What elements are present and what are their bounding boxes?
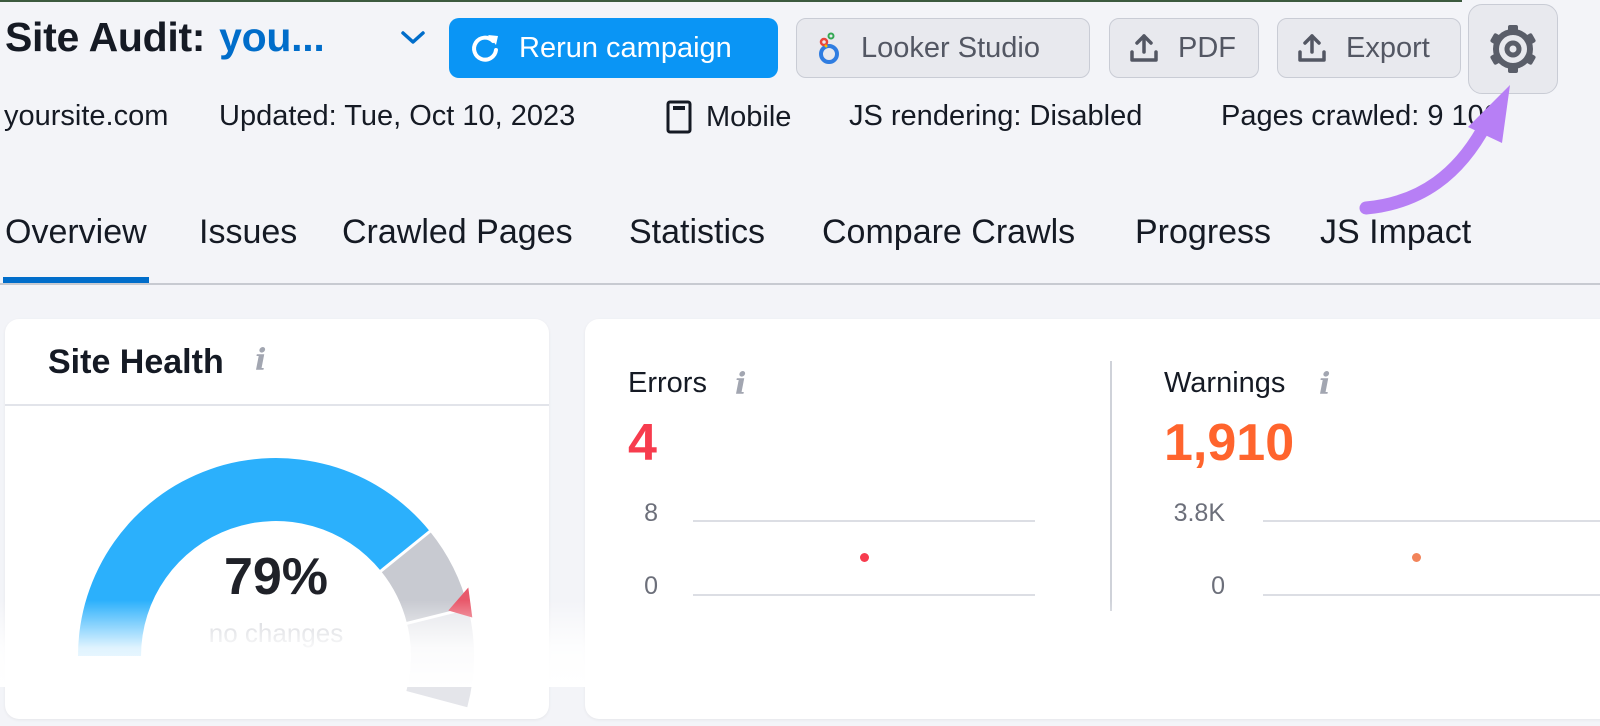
errors-gridline-max: [693, 520, 1035, 522]
site-health-gauge: 79% no changes: [78, 458, 475, 708]
top-border: [0, 0, 1462, 2]
warnings-count[interactable]: 1,910: [1164, 413, 1294, 473]
info-icon[interactable]: i: [735, 367, 746, 402]
last-updated: Updated: Tue, Oct 10, 2023: [219, 100, 576, 132]
warnings-axis-max: 3.8K: [1173, 499, 1225, 527]
project-selector[interactable]: you...: [219, 14, 325, 60]
site-health-card: Site Health i 79% no changes: [5, 319, 549, 719]
upload-icon: [1296, 32, 1328, 64]
device-type-label: Mobile: [706, 100, 792, 133]
warnings-gridline-min: [1263, 594, 1600, 596]
info-icon[interactable]: i: [255, 343, 266, 378]
annotation-arrow-icon: [1359, 85, 1510, 215]
refresh-icon: [469, 32, 501, 64]
looker-studio-label: Looker Studio: [861, 31, 1040, 64]
export-button[interactable]: Export: [1277, 18, 1461, 78]
gauge-value: 79%: [224, 548, 328, 606]
gauge-tail-arc: [406, 608, 475, 708]
tab-issues[interactable]: Issues: [199, 213, 297, 281]
errors-count[interactable]: 4: [628, 413, 657, 473]
tab-overview[interactable]: Overview: [3, 213, 149, 283]
mobile-device-icon: [666, 100, 692, 134]
pdf-label: PDF: [1178, 31, 1236, 64]
rerun-campaign-label: Rerun campaign: [519, 31, 732, 64]
js-rendering-status: JS rendering: Disabled: [849, 100, 1143, 132]
info-icon[interactable]: i: [1319, 367, 1330, 402]
card-divider: [1110, 361, 1112, 611]
export-label: Export: [1346, 31, 1430, 64]
errors-axis-max: 8: [644, 499, 658, 527]
pdf-button[interactable]: PDF: [1109, 18, 1259, 78]
site-health-title: Site Health: [48, 343, 224, 381]
tab-statistics[interactable]: Statistics: [629, 213, 765, 281]
tab-compare-crawls[interactable]: Compare Crawls: [822, 213, 1075, 281]
chevron-down-icon[interactable]: [400, 28, 426, 48]
gauge-change-label: no changes: [209, 618, 343, 648]
errors-gridline-min: [693, 594, 1035, 596]
page-title: Site Audit: you...: [5, 14, 325, 61]
warnings-data-point[interactable]: [1412, 552, 1421, 562]
upload-icon: [1128, 32, 1160, 64]
page-title-label: Site Audit:: [5, 14, 206, 60]
errors-data-point[interactable]: [860, 553, 869, 562]
tab-crawled-pages[interactable]: Crawled Pages: [342, 213, 573, 281]
errors-axis-min: 0: [644, 572, 658, 600]
looker-studio-logo-icon: [815, 31, 843, 65]
gear-icon: [1490, 25, 1536, 73]
warnings-axis-min: 0: [1211, 572, 1225, 600]
device-type: Mobile: [666, 100, 791, 134]
project-domain: yoursite.com: [4, 100, 169, 132]
warnings-gridline-max: [1263, 520, 1600, 522]
looker-studio-button[interactable]: Looker Studio: [796, 18, 1090, 78]
warnings-label: Warnings: [1164, 367, 1286, 399]
rerun-campaign-button[interactable]: Rerun campaign: [449, 18, 778, 78]
tab-progress[interactable]: Progress: [1135, 213, 1271, 281]
errors-label: Errors: [628, 367, 707, 399]
issues-summary-card: Errors i 4 8 0 Warnings i 1,910 3.8K 0: [585, 319, 1600, 719]
